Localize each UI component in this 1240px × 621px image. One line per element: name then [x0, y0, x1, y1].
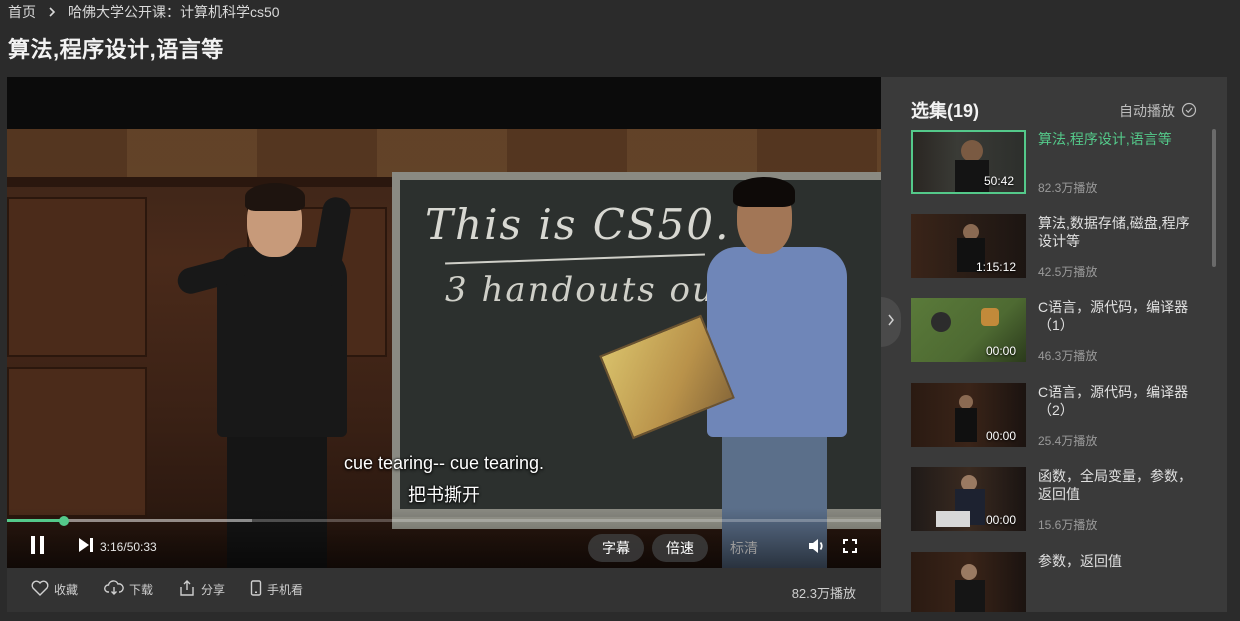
share-button[interactable]: 分享 [178, 580, 225, 599]
episode-thumbnail: 50:42 [911, 130, 1026, 194]
skip-next-icon [77, 536, 95, 559]
chevron-right-icon [46, 6, 58, 18]
favorite-button[interactable]: 收藏 [31, 580, 78, 599]
autoplay-label: 自动播放 [1119, 103, 1175, 119]
episode-duration: 1:15:12 [975, 260, 1016, 274]
watch-on-mobile-button[interactable]: 手机看 [250, 580, 303, 599]
episode-views: 82.3万播放 [1038, 181, 1098, 195]
breadcrumb-home-link[interactable]: 首页 [8, 2, 36, 22]
cloud-download-icon [104, 580, 129, 599]
episode-thumbnail: 1:15:12 [911, 214, 1026, 278]
fullscreen-icon [843, 538, 857, 558]
player-controls: 3:16/50:33 字幕 倍速 标清 [7, 508, 881, 568]
episode-title: 算法,程序设计,语言等 [1038, 131, 1172, 147]
episode-thumbnail: 00:00 [911, 383, 1026, 447]
video-player[interactable]: This is CS50. 3 handouts outs.. cue tear… [7, 77, 881, 568]
episode-duration: 00:00 [985, 344, 1016, 358]
playlist-scrollbar[interactable] [1212, 129, 1216, 267]
download-button[interactable]: 下载 [104, 580, 153, 599]
episode-item-3[interactable]: 00:00 C语言，源代码，编译器（1） 46.3万播放 [911, 298, 1201, 364]
episode-views: 25.4万播放 [1038, 434, 1098, 448]
episode-views: 46.3万播放 [1038, 349, 1098, 363]
breadcrumb: 首页 哈佛大学公开课：计算机科学cs50 [8, 3, 280, 21]
episode-duration: 00:00 [985, 513, 1016, 527]
time-display: 3:16/50:33 [100, 540, 157, 554]
episode-item-2[interactable]: 1:15:12 算法,数据存储,磁盘,程序设计等 42.5万播放 [911, 214, 1201, 280]
heart-icon [31, 580, 54, 599]
quality-button[interactable]: 标清 [716, 534, 772, 562]
episode-views: 42.5万播放 [1038, 265, 1098, 279]
episode-views: 15.6万播放 [1038, 518, 1098, 532]
episode-title: 函数，全局变量，参数，返回值 [1038, 468, 1192, 502]
subtitle-english: cue tearing-- cue tearing. [343, 453, 545, 473]
episode-duration: 00:00 [985, 429, 1016, 443]
chalkboard-text-line1: This is CS50. [425, 200, 731, 249]
episode-item-5[interactable]: 00:00 函数，全局变量，参数，返回值 15.6万播放 [911, 467, 1201, 533]
download-label: 下载 [129, 583, 154, 597]
episode-thumbnail: 00:00 [911, 298, 1026, 362]
episode-title: C语言，源代码，编译器（2） [1038, 384, 1189, 418]
episode-title: 算法,数据存储,磁盘,程序设计等 [1038, 215, 1190, 249]
share-icon [178, 580, 201, 599]
episode-item-4[interactable]: 00:00 C语言，源代码，编译器（2） 25.4万播放 [911, 383, 1201, 449]
page-title: 算法,程序设计,语言等 [8, 37, 224, 62]
chevron-right-icon [887, 313, 895, 331]
subtitles-button[interactable]: 字幕 [588, 534, 644, 562]
episode-duration: 50:42 [983, 174, 1014, 188]
next-episode-button[interactable] [75, 536, 97, 558]
speed-button[interactable]: 倍速 [652, 534, 708, 562]
breadcrumb-course-link[interactable]: 哈佛大学公开课：计算机科学cs50 [68, 2, 280, 22]
progress-bar[interactable] [7, 516, 881, 526]
episode-playlist: 选集(19) 自动播放 50:42 算法,程序设计,语言等 82.3万播放 1:… [881, 77, 1227, 612]
progress-played [7, 519, 64, 522]
video-actions-bar: 收藏 下载 分享 手机看 82.3万播放 [7, 568, 881, 612]
autoplay-toggle[interactable]: 自动播放 [1119, 101, 1197, 121]
episode-item-1[interactable]: 50:42 算法,程序设计,语言等 82.3万播放 [911, 130, 1201, 196]
volume-icon [808, 538, 826, 559]
fullscreen-button[interactable] [839, 537, 861, 559]
pause-button[interactable] [27, 535, 49, 560]
volume-button[interactable] [806, 537, 828, 559]
episode-thumbnail: 00:00 [911, 467, 1026, 531]
subtitle-chinese: 把书撕开 [408, 485, 480, 505]
mobile-label: 手机看 [267, 583, 304, 597]
episode-thumbnail [911, 552, 1026, 612]
pause-icon [29, 535, 47, 560]
episode-item-6[interactable]: 参数，返回值 [911, 552, 1201, 612]
mobile-phone-icon [250, 580, 267, 599]
check-circle-icon [1175, 102, 1197, 121]
progress-handle[interactable] [58, 516, 69, 526]
episode-title: C语言，源代码，编译器（1） [1038, 299, 1189, 333]
share-label: 分享 [201, 583, 226, 597]
play-count: 82.3万播放 [791, 586, 856, 601]
playlist-title: 选集(19) [911, 101, 980, 121]
favorite-label: 收藏 [54, 583, 79, 597]
episode-title: 参数，返回值 [1038, 553, 1122, 569]
